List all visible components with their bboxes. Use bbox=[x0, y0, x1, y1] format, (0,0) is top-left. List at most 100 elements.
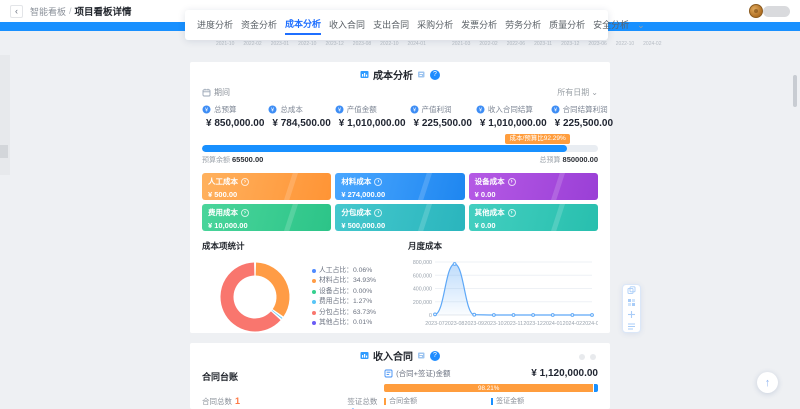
budget-progress-fill bbox=[202, 145, 567, 152]
svg-text:2024-02: 2024-02 bbox=[563, 321, 582, 327]
coin-icon: ¥ bbox=[268, 105, 277, 114]
date-filter-value: 所有日期 bbox=[557, 87, 589, 98]
contract-visa-stacked-bar: 98.21% bbox=[384, 384, 598, 392]
coin-icon: ¥ bbox=[202, 105, 211, 114]
stat-total-cost: ¥总成本 ¥ 784,500.00 bbox=[268, 104, 330, 129]
legend-dot bbox=[312, 311, 316, 315]
user-menu-pill[interactable] bbox=[763, 6, 790, 17]
back-button[interactable]: ‹ bbox=[10, 5, 23, 18]
legend-material: 材料占比：34.93% bbox=[312, 276, 376, 287]
contract-bar-segment: 98.21% bbox=[384, 384, 593, 392]
card-arrow-icon: › bbox=[508, 178, 516, 186]
help-icon[interactable]: ? bbox=[430, 70, 440, 80]
axis-date: 2024-01 bbox=[408, 41, 426, 47]
back-to-top-button[interactable]: ↑ bbox=[757, 372, 778, 393]
tab-invoice[interactable]: 发票分析 bbox=[461, 16, 497, 34]
axis-date: 2023-06 bbox=[588, 41, 606, 47]
coin-icon: ¥ bbox=[476, 105, 485, 114]
breadcrumb-current: 项目看板详情 bbox=[75, 4, 132, 18]
income-bar-legend: 合同金额 ¥ 1,100,000.00 签证金额 ¥ 20,000.00 bbox=[384, 396, 598, 409]
tab-procurement[interactable]: 采购分析 bbox=[417, 16, 453, 34]
cost-section-title: 成本分析 bbox=[373, 67, 413, 82]
card-other-cost[interactable]: 其他成本› ¥ 0.00 bbox=[469, 204, 598, 231]
tab-cost[interactable]: 成本分析 bbox=[285, 15, 321, 35]
tabs-overflow-chevron-icon[interactable]: ⌄ bbox=[637, 21, 645, 30]
section-pin-icon[interactable] bbox=[417, 70, 426, 79]
breadcrumb-root[interactable]: 智能看板 bbox=[30, 5, 66, 18]
budget-progress-labels: 预算余额65500.00 总预算850000.00 bbox=[202, 155, 598, 165]
card-expense-cost[interactable]: 费用成本› ¥ 10,000.00 bbox=[202, 204, 331, 231]
user-avatar[interactable] bbox=[749, 4, 763, 18]
monthly-cost-block: 月度成本 800,000600,000400,000200,00002023-0… bbox=[408, 240, 598, 336]
cost-cards-grid: 人工成本› ¥ 500.00 材料成本› ¥ 274,000.00 设备成本› … bbox=[202, 173, 598, 231]
axis-date: 2021-03 bbox=[452, 41, 470, 47]
plus-icon[interactable] bbox=[627, 310, 636, 319]
list-icon[interactable] bbox=[627, 322, 636, 331]
amount-label-group: (合同+签证)金额 bbox=[384, 368, 450, 379]
section-chart-icon bbox=[360, 351, 369, 360]
arrow-up-icon: ↑ bbox=[765, 377, 771, 389]
donut-legend: 人工占比：0.06% 材料占比：34.93% 设备占比：0.00% 费用占比：1… bbox=[312, 266, 376, 329]
tab-quality[interactable]: 质量分析 bbox=[549, 16, 585, 34]
back-chevron-icon: ‹ bbox=[15, 6, 18, 16]
tab-funds[interactable]: 资金分析 bbox=[241, 16, 277, 34]
cost-budget-ratio-badge: 成本/预算比92.29% bbox=[505, 134, 569, 144]
legend-tick bbox=[491, 398, 493, 405]
svg-text:800,000: 800,000 bbox=[413, 260, 432, 266]
contract-ledger-block: 合同台账 合同总数1 签证总数1 bbox=[202, 368, 384, 409]
card-arrow-icon: › bbox=[508, 209, 516, 217]
axis-date: 2024-02 bbox=[643, 41, 661, 47]
sidebar-handle[interactable] bbox=[0, 145, 8, 158]
help-icon[interactable]: ? bbox=[430, 351, 440, 361]
section-pin-icon[interactable] bbox=[417, 351, 426, 360]
svg-text:400,000: 400,000 bbox=[413, 287, 432, 293]
coin-icon: ¥ bbox=[410, 105, 419, 114]
tab-progress[interactable]: 进度分析 bbox=[197, 16, 233, 34]
income-section-title: 收入合同 bbox=[373, 348, 413, 363]
legend-visa-amount: 签证金额 ¥ 20,000.00 bbox=[491, 396, 598, 409]
coin-icon: ¥ bbox=[551, 105, 560, 114]
budget-total: 总预算850000.00 bbox=[540, 155, 598, 165]
legend-dot bbox=[312, 290, 316, 294]
donut-chart-title: 成本项统计 bbox=[202, 240, 394, 252]
cost-charts-row: 成本项统计 人工占比：0.06% 材料占比：34.93% 设备占比：0.00% … bbox=[202, 240, 598, 336]
axis-date: 2022-06 bbox=[507, 41, 525, 47]
date-filter-dropdown[interactable]: 所有日期 ⌄ bbox=[557, 87, 598, 98]
contract-count: 合同总数1 bbox=[202, 396, 347, 409]
tab-expense-contract[interactable]: 支出合同 bbox=[373, 16, 409, 34]
ledger-title: 合同台账 bbox=[202, 370, 384, 383]
card-labor-cost[interactable]: 人工成本› ¥ 500.00 bbox=[202, 173, 331, 200]
tab-income-contract[interactable]: 收入合同 bbox=[329, 16, 365, 34]
tab-safety[interactable]: 安全分析 bbox=[593, 16, 629, 34]
visa-bar-segment bbox=[594, 384, 598, 392]
legend-subcontract: 分包占比：63.73% bbox=[312, 308, 376, 319]
card-equipment-cost[interactable]: 设备成本› ¥ 0.00 bbox=[469, 173, 598, 200]
contract-amount-block: (合同+签证)金额 ¥ 1,120,000.00 98.21% 合同金额 ¥ 1… bbox=[384, 368, 598, 409]
tab-labor[interactable]: 劳务分析 bbox=[505, 16, 541, 34]
svg-text:600,000: 600,000 bbox=[413, 273, 432, 279]
stat-output-amount: ¥产值金额 ¥ 1,010,000.00 bbox=[335, 104, 406, 129]
background-chart-axis-left: 2021-102022-022023-012022-102023-122023-… bbox=[216, 41, 426, 47]
legend-contract-amount: 合同金额 ¥ 1,100,000.00 bbox=[384, 396, 491, 409]
budget-remaining: 预算余额65500.00 bbox=[202, 155, 263, 165]
side-toolbar bbox=[622, 284, 641, 333]
axis-date: 2023-11 bbox=[534, 41, 552, 47]
vertical-scrollbar[interactable] bbox=[793, 75, 797, 107]
document-icon bbox=[384, 369, 393, 378]
svg-text:0: 0 bbox=[429, 313, 432, 319]
amount-label: (合同+签证)金额 bbox=[396, 368, 450, 379]
svg-text:2023-09: 2023-09 bbox=[465, 321, 484, 327]
income-section-header: 收入合同 ? bbox=[202, 348, 598, 363]
legend-other: 其他占比：0.01% bbox=[312, 318, 376, 329]
svg-text:2023-12: 2023-12 bbox=[523, 321, 542, 327]
card-subcontract-cost[interactable]: 分包成本› ¥ 500,000.00 bbox=[335, 204, 464, 231]
period-label-group: 期间 bbox=[202, 87, 230, 98]
grid-icon[interactable] bbox=[627, 298, 636, 307]
axis-date: 2022-10 bbox=[616, 41, 634, 47]
card-material-cost[interactable]: 材料成本› ¥ 274,000.00 bbox=[335, 173, 464, 200]
card-arrow-icon: › bbox=[374, 178, 382, 186]
card-arrow-icon: › bbox=[241, 178, 249, 186]
coin-icon: ¥ bbox=[335, 105, 344, 114]
breadcrumb-separator: / bbox=[69, 6, 72, 16]
copy-icon[interactable] bbox=[627, 286, 636, 295]
